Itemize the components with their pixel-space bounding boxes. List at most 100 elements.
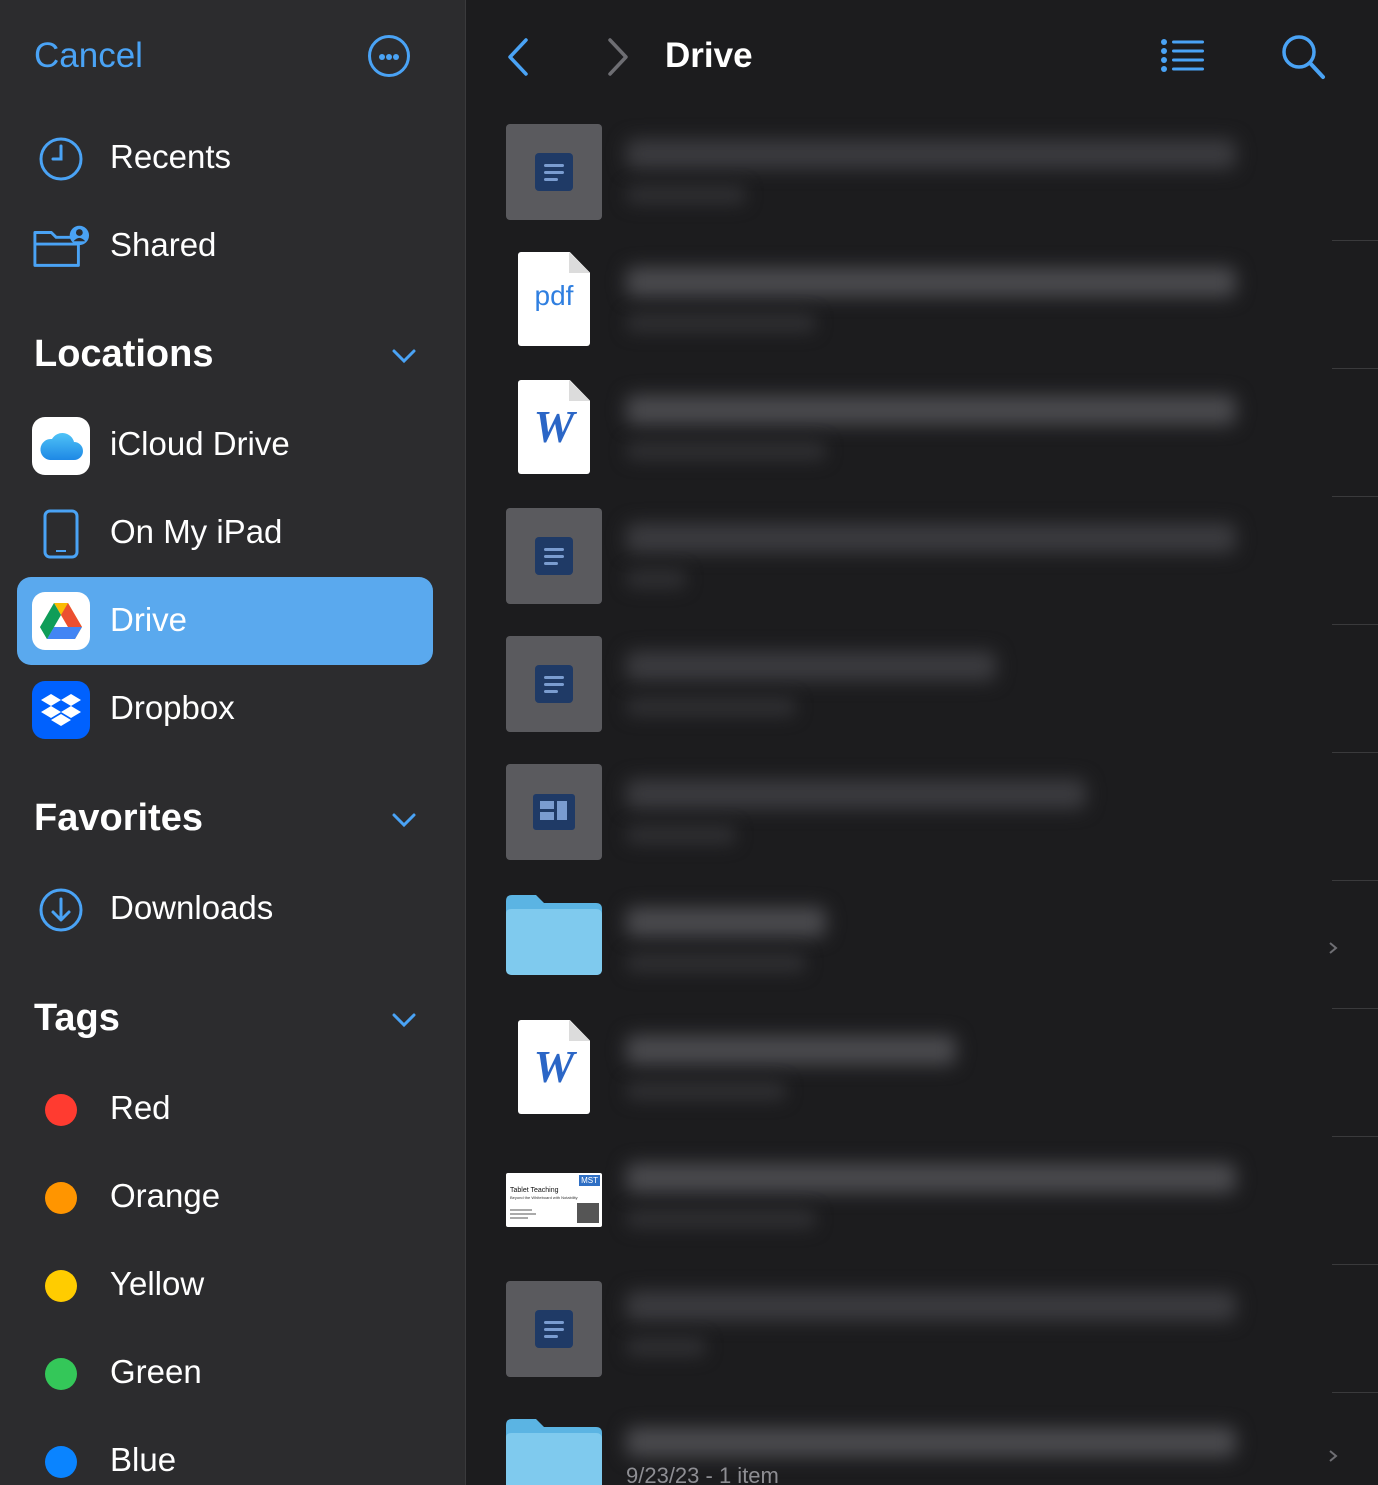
word-badge: W	[533, 401, 575, 452]
sidebar-item-label: Shared	[110, 226, 217, 263]
file-meta-redacted	[626, 1209, 816, 1229]
sidebar-item-drive[interactable]: Drive	[0, 577, 465, 665]
sidebar-item-label: Green	[110, 1353, 202, 1390]
green-tag-dot-icon	[45, 1358, 77, 1390]
google-doc-icon	[506, 636, 602, 732]
folder-row[interactable]	[466, 881, 1378, 1009]
file-meta-redacted	[626, 1081, 786, 1101]
sidebar: Cancel Recents Shared Locations iCloud D…	[0, 0, 466, 1485]
thumbnail-subtitle: Beyond the Whiteboard with Notability	[510, 1195, 578, 1200]
chevron-down-icon[interactable]	[390, 346, 418, 366]
file-row[interactable]	[466, 113, 1378, 241]
file-name-redacted	[626, 1035, 956, 1065]
file-row[interactable]: W	[466, 1009, 1378, 1137]
sidebar-item-tag-orange[interactable]: Orange	[0, 1157, 465, 1237]
locations-heading[interactable]: Locations	[34, 333, 213, 376]
sidebar-item-tag-green[interactable]: Green	[0, 1333, 465, 1413]
list-view-icon[interactable]	[1160, 38, 1206, 74]
pdf-badge: pdf	[534, 280, 574, 311]
folder-meta-redacted	[626, 953, 806, 973]
file-name-redacted	[626, 779, 1086, 809]
file-name-redacted	[626, 395, 1236, 425]
chevron-right-icon	[1329, 942, 1338, 954]
file-row[interactable]	[466, 497, 1378, 625]
file-name-redacted	[626, 523, 1236, 553]
file-row[interactable]	[466, 753, 1378, 881]
word-file-icon: W	[518, 1020, 590, 1114]
file-meta-redacted	[626, 825, 736, 845]
folder-meta: 9/23/23 - 1 item	[626, 1463, 779, 1485]
sidebar-item-tag-yellow[interactable]: Yellow	[0, 1245, 465, 1325]
google-slides-icon	[506, 764, 602, 860]
file-name-redacted	[626, 267, 1236, 297]
sidebar-item-label: Dropbox	[110, 689, 235, 726]
file-row[interactable]: pdf	[466, 241, 1378, 369]
chevron-right-icon	[1329, 1450, 1338, 1462]
word-badge: W	[533, 1041, 575, 1092]
sidebar-item-on-my-ipad[interactable]: On My iPad	[0, 493, 465, 573]
sidebar-item-icloud-drive[interactable]: iCloud Drive	[0, 405, 465, 485]
google-doc-icon	[506, 508, 602, 604]
sidebar-item-label: Red	[110, 1089, 171, 1126]
sidebar-item-downloads[interactable]: Downloads	[0, 869, 465, 949]
file-row[interactable]	[466, 625, 1378, 753]
file-row[interactable]: W	[466, 369, 1378, 497]
file-meta-redacted	[626, 697, 796, 717]
file-meta-redacted	[626, 185, 746, 205]
file-name-redacted	[626, 651, 996, 681]
more-options-icon[interactable]	[368, 35, 410, 77]
folder-name-redacted	[626, 1427, 1236, 1457]
icloud-icon	[32, 417, 90, 475]
yellow-tag-dot-icon	[45, 1270, 77, 1302]
orange-tag-dot-icon	[45, 1182, 77, 1214]
favorites-heading[interactable]: Favorites	[34, 797, 203, 840]
google-doc-icon	[506, 1281, 602, 1377]
presentation-thumbnail: MST Tablet Teaching Beyond the Whiteboar…	[506, 1173, 602, 1227]
folder-icon	[506, 895, 602, 975]
sidebar-item-recents[interactable]: Recents	[0, 118, 465, 198]
thumbnail-title: Tablet Teaching	[510, 1187, 559, 1194]
red-tag-dot-icon	[45, 1094, 77, 1126]
folder-name-redacted	[626, 907, 826, 937]
sidebar-item-label: Blue	[110, 1441, 177, 1478]
chevron-left-icon[interactable]	[504, 36, 534, 78]
word-file-icon: W	[518, 380, 590, 474]
file-name-redacted	[626, 1291, 1236, 1321]
file-row[interactable]: MST Tablet Teaching Beyond the Whiteboar…	[466, 1137, 1378, 1265]
chevron-down-icon[interactable]	[390, 810, 418, 830]
file-meta-redacted	[626, 569, 686, 589]
blue-tag-dot-icon	[45, 1446, 77, 1478]
folder-row[interactable]: 9/23/23 - 1 item	[466, 1393, 1378, 1485]
google-doc-icon	[506, 124, 602, 220]
clock-icon	[32, 130, 90, 188]
file-meta-redacted	[626, 313, 816, 333]
sidebar-item-label: Orange	[110, 1177, 221, 1214]
tags-heading[interactable]: Tags	[34, 997, 120, 1040]
pdf-file-icon: pdf	[518, 252, 590, 346]
thumbnail-badge: MST	[579, 1175, 600, 1186]
dropbox-icon	[32, 681, 90, 739]
file-name-redacted	[626, 1163, 1236, 1193]
sidebar-item-label: Drive	[110, 601, 188, 638]
chevron-down-icon[interactable]	[390, 1010, 418, 1030]
sidebar-item-label: iCloud Drive	[110, 425, 290, 462]
file-name-redacted	[626, 139, 1236, 169]
sidebar-item-shared[interactable]: Shared	[0, 206, 465, 286]
download-icon	[32, 881, 90, 939]
sidebar-item-label: Yellow	[110, 1265, 205, 1302]
ipad-icon	[32, 505, 90, 563]
sidebar-item-label: Recents	[110, 138, 232, 175]
folder-icon	[506, 1419, 602, 1485]
chevron-right-icon[interactable]	[602, 36, 632, 78]
cancel-button[interactable]: Cancel	[34, 36, 143, 76]
file-meta-redacted	[626, 441, 826, 461]
shared-folder-icon	[32, 218, 90, 276]
search-icon[interactable]	[1280, 33, 1326, 81]
file-row[interactable]	[466, 1265, 1378, 1393]
sidebar-item-tag-blue[interactable]: Blue	[0, 1421, 465, 1485]
sidebar-item-dropbox[interactable]: Dropbox	[0, 669, 465, 749]
sidebar-item-label: Downloads	[110, 889, 274, 926]
sidebar-item-tag-red[interactable]: Red	[0, 1069, 465, 1149]
file-meta-redacted	[626, 1337, 706, 1357]
file-browser: Drive pdf W W MST Tablet Teaching Beyond…	[466, 0, 1378, 1485]
